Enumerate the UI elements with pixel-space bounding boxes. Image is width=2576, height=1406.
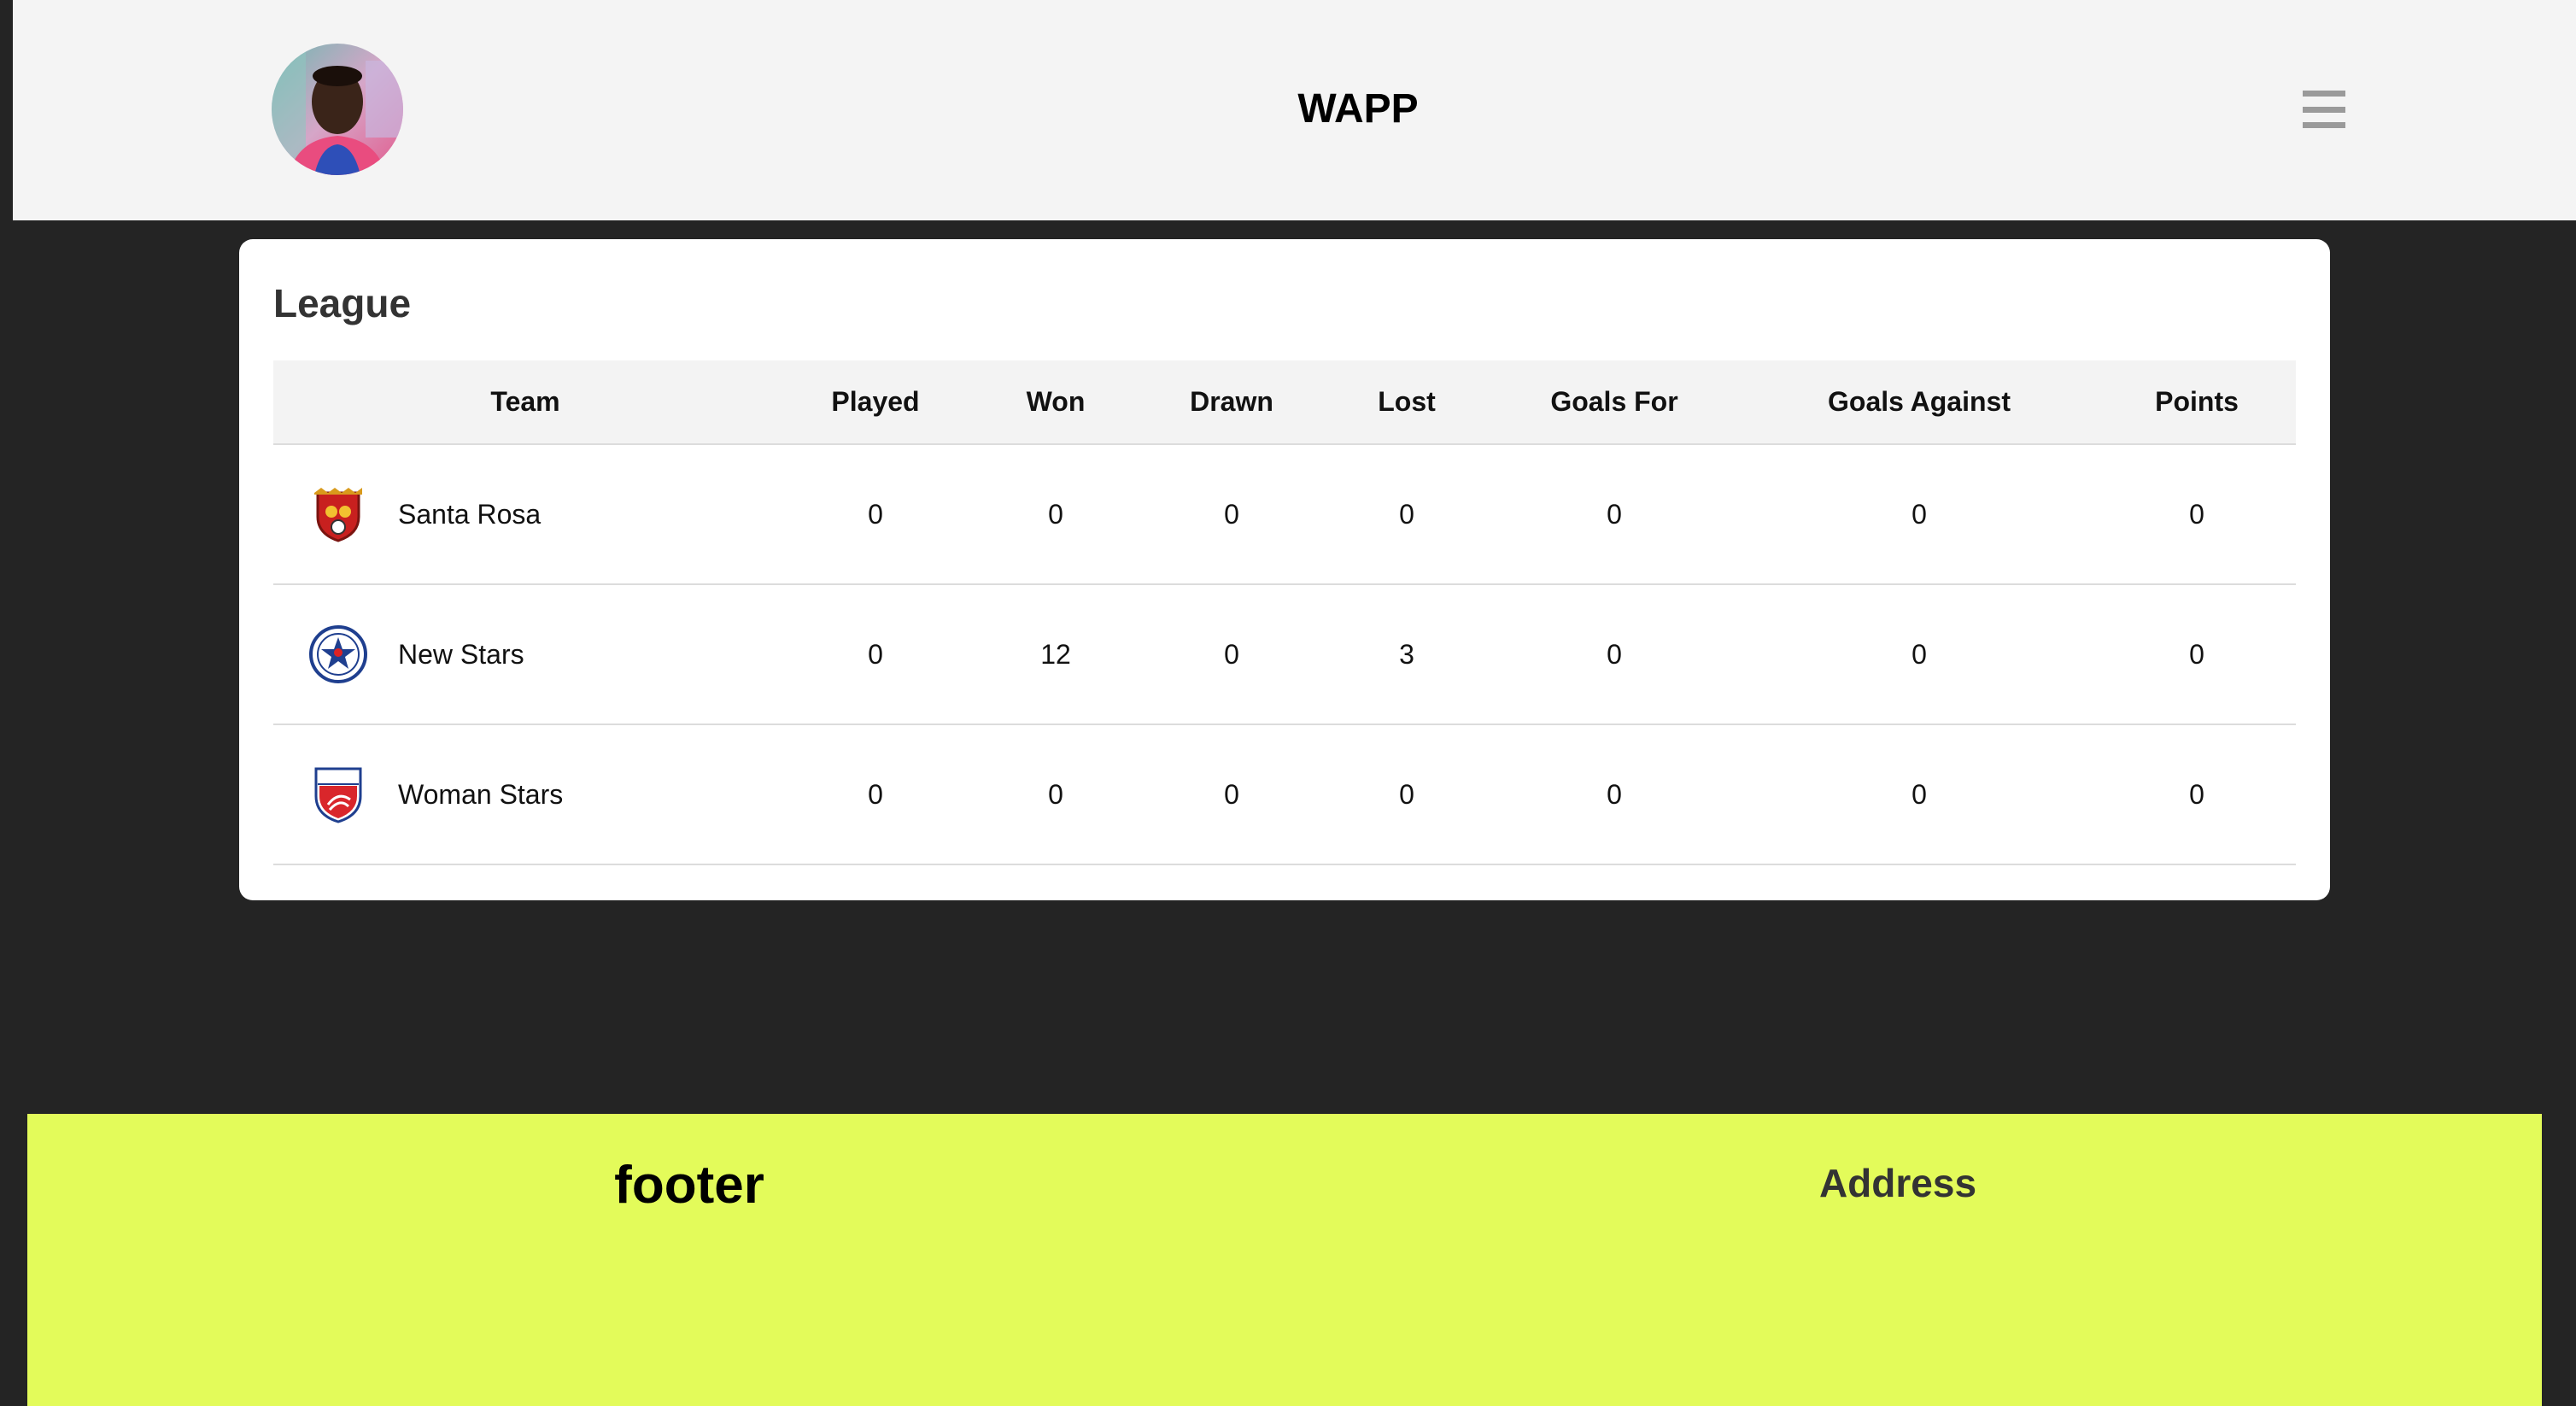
goals-for-cell: 0 [1488,724,1741,865]
menu-bar [2303,122,2345,128]
won-cell: 0 [974,724,1138,865]
column-header-goals-against[interactable]: Goals Against [1741,360,2098,445]
played-cell: 0 [777,444,974,585]
menu-bar [2303,106,2345,113]
woman-stars-crest-icon [307,764,369,825]
footer-address-heading: Address [1818,1161,1977,1205]
lost-cell: 3 [1326,584,1488,725]
column-header-team[interactable]: Team [273,360,777,445]
avatar-image [272,44,403,175]
league-title: League [273,281,412,325]
team-cell: Santa Rosa [273,444,777,585]
goals-against-cell: 0 [1741,584,2098,725]
won-cell: 0 [974,444,1138,585]
page: WAPP League Team Played Won Drawn Lost G… [0,0,2576,1406]
team-name[interactable]: New Stars [398,639,524,671]
user-avatar[interactable] [272,44,403,175]
team-name[interactable]: Woman Stars [398,779,563,811]
table-row[interactable]: Santa Rosa 0 0 0 0 0 0 0 [273,444,2296,585]
drawn-cell: 0 [1138,444,1326,585]
top-header: WAPP [13,0,2576,220]
table-row[interactable]: Woman Stars 0 0 0 0 0 0 0 [273,724,2296,865]
points-cell: 0 [2098,444,2296,585]
column-header-lost[interactable]: Lost [1326,360,1488,445]
app-title: WAPP [1297,86,1419,132]
lost-cell: 0 [1326,444,1488,585]
team-cell: Woman Stars [273,724,777,865]
footer-title: footer [614,1156,764,1215]
league-card: League Team Played Won Drawn Lost Goals … [239,239,2330,900]
goals-for-cell: 0 [1488,444,1741,585]
table-header-row: Team Played Won Drawn Lost Goals For Goa… [273,360,2296,445]
hamburger-menu-icon[interactable] [2298,85,2350,133]
column-header-goals-for[interactable]: Goals For [1488,360,1741,445]
team-name[interactable]: Santa Rosa [398,499,541,530]
team-wrap: Woman Stars [273,764,777,825]
played-cell: 0 [777,584,974,725]
played-cell: 0 [777,724,974,865]
column-header-played[interactable]: Played [777,360,974,445]
menu-bar [2303,91,2345,97]
santa-rosa-crest-icon [307,483,369,545]
points-cell: 0 [2098,724,2296,865]
goals-against-cell: 0 [1741,444,2098,585]
won-cell: 12 [974,584,1138,725]
team-cell: New Stars [273,584,777,725]
column-header-drawn[interactable]: Drawn [1138,360,1326,445]
team-wrap: Santa Rosa [273,483,777,545]
column-header-points[interactable]: Points [2098,360,2296,445]
goals-against-cell: 0 [1741,724,2098,865]
team-wrap: New Stars [273,624,777,685]
points-cell: 0 [2098,584,2296,725]
new-stars-crest-icon [307,624,369,685]
table-row[interactable]: New Stars 0 12 0 3 0 0 0 [273,584,2296,725]
drawn-cell: 0 [1138,584,1326,725]
footer: footer Address [27,1114,2542,1406]
drawn-cell: 0 [1138,724,1326,865]
goals-for-cell: 0 [1488,584,1741,725]
column-header-won[interactable]: Won [974,360,1138,445]
league-table: Team Played Won Drawn Lost Goals For Goa… [273,360,2296,865]
lost-cell: 0 [1326,724,1488,865]
